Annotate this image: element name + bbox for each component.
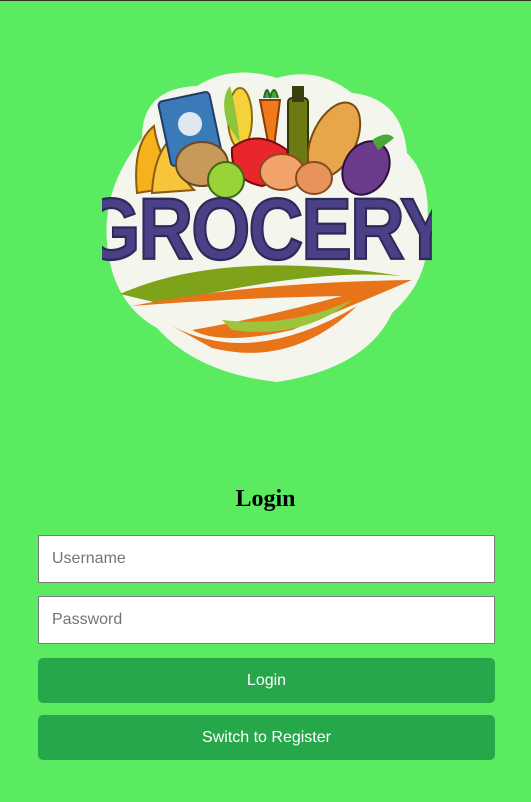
window-top-border: [0, 0, 531, 1]
svg-text:GROCERY: GROCERY: [102, 181, 432, 278]
grocery-logo: GROCERY: [102, 72, 432, 383]
password-input[interactable]: [38, 596, 495, 644]
login-title: Login: [235, 486, 296, 512]
switch-to-register-button[interactable]: Switch to Register: [38, 715, 495, 760]
username-input[interactable]: [38, 535, 495, 583]
login-button[interactable]: Login: [38, 658, 495, 703]
